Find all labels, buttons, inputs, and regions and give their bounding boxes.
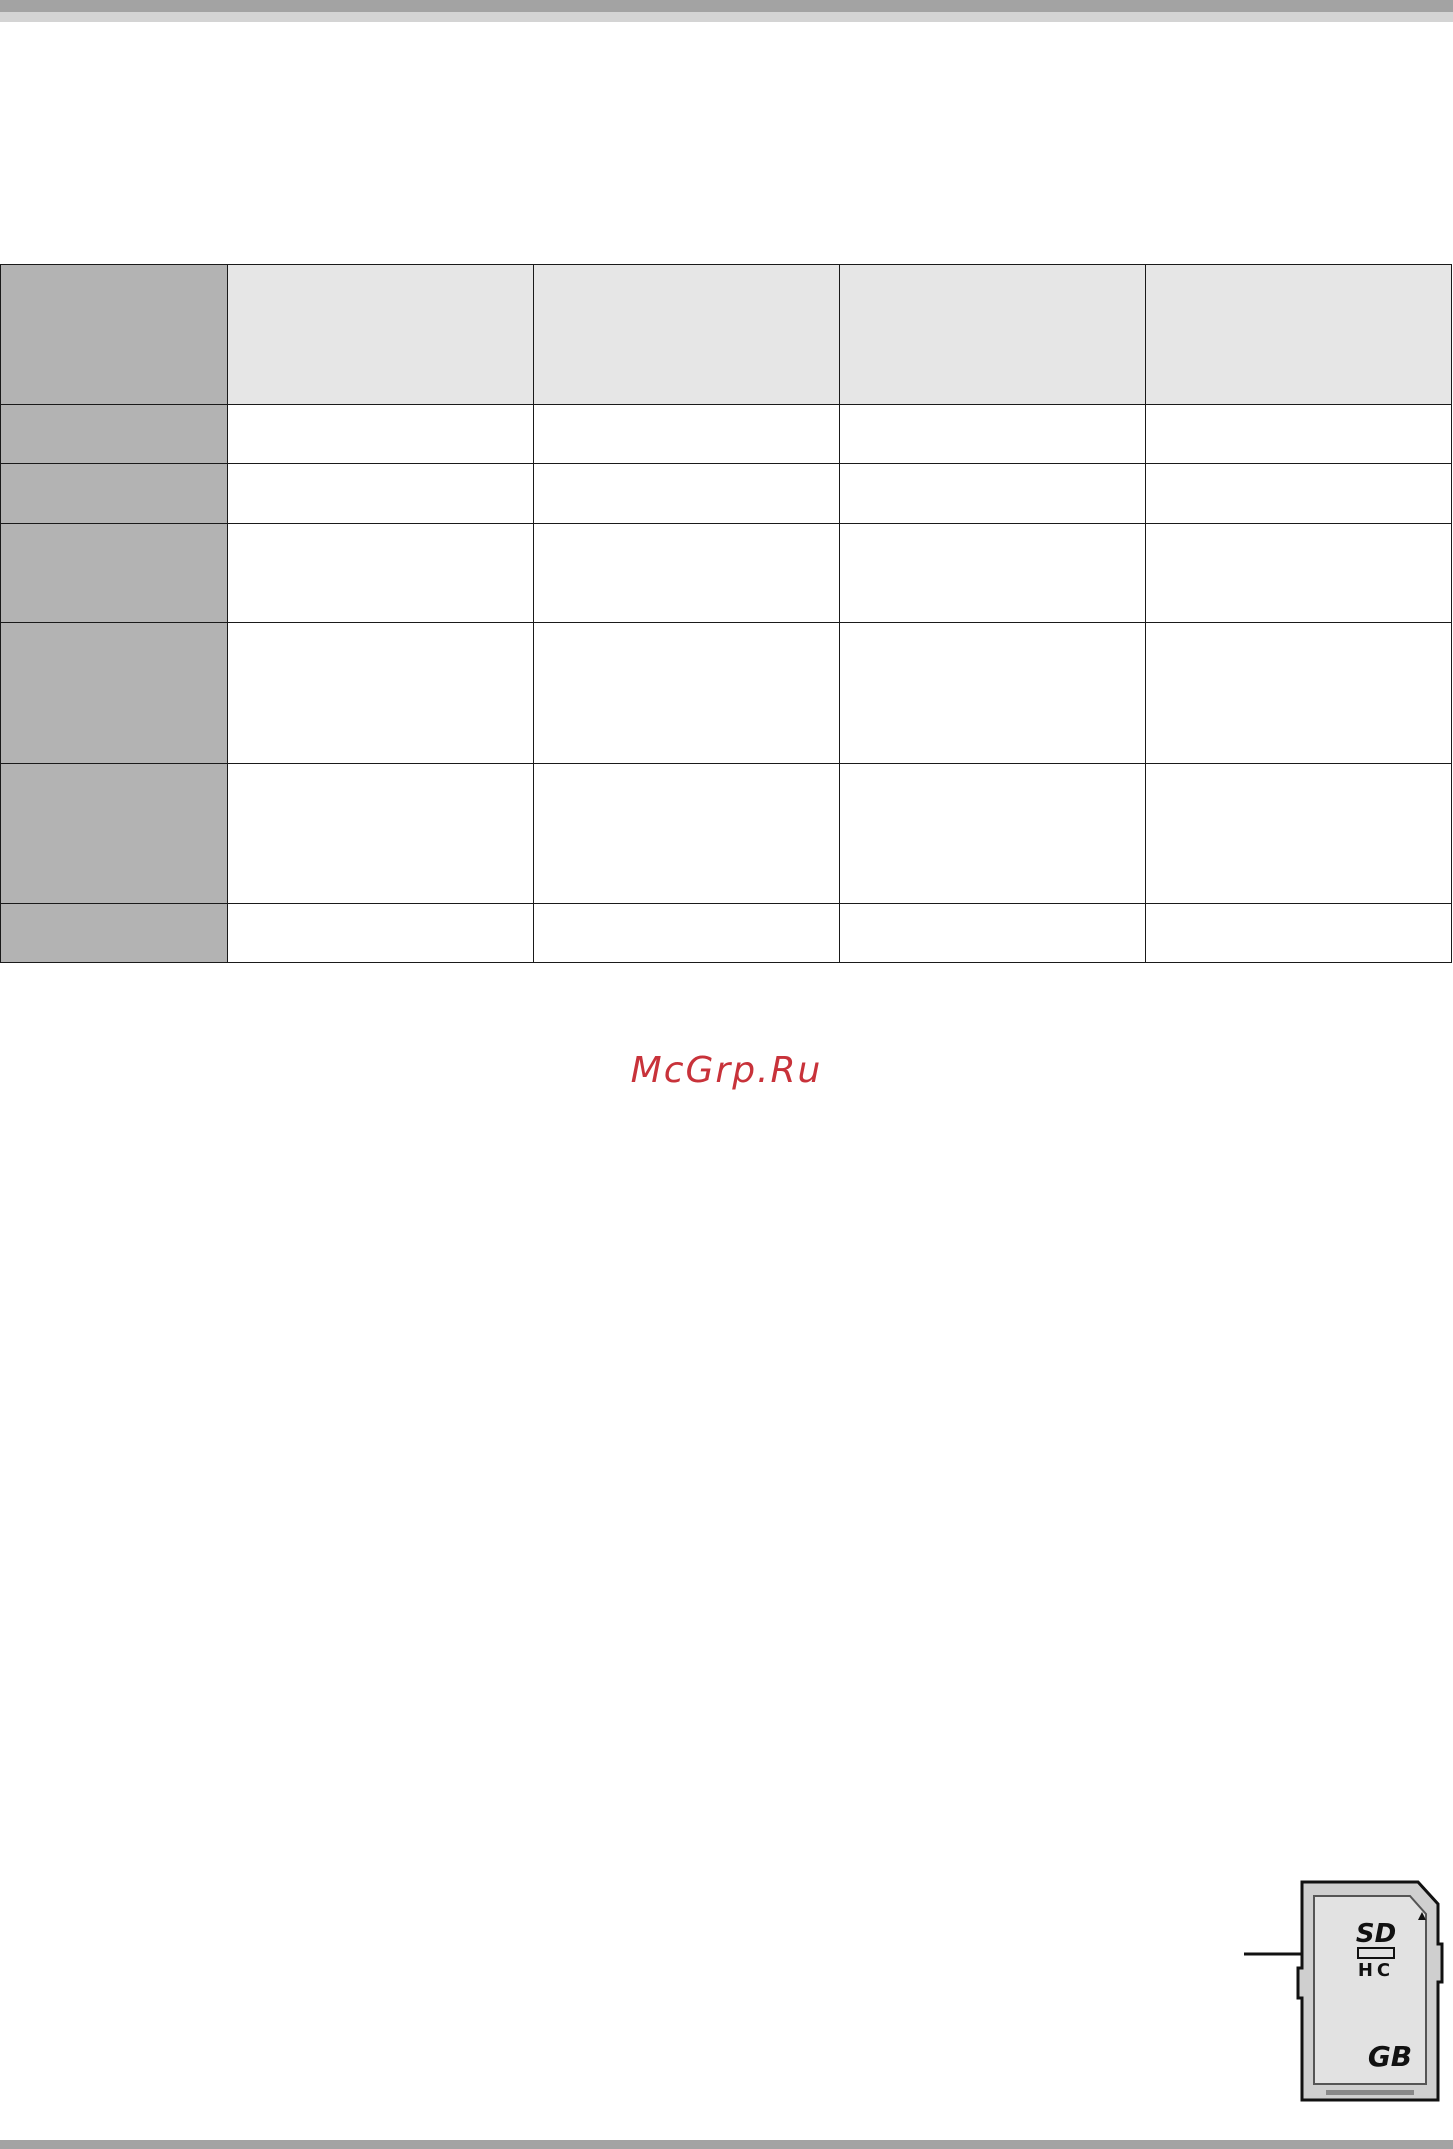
table-row [0, 903, 1452, 963]
capacity-unit-text: GB [1368, 2040, 1412, 2073]
table-cell [1145, 463, 1452, 524]
table-row-label-cell [0, 763, 228, 904]
table-cell [533, 463, 840, 524]
table-cell [227, 404, 534, 464]
page-top-bar [0, 0, 1453, 22]
table-cell [533, 763, 840, 904]
table-cell [533, 404, 840, 464]
table-row-label-cell [0, 622, 228, 764]
table-cell [839, 463, 1146, 524]
table-row [0, 622, 1452, 764]
table-cell [533, 903, 840, 963]
table-cell [227, 463, 534, 524]
sd-card-illustration: SD HC GB [1240, 1878, 1453, 2106]
table-cell [227, 903, 534, 963]
page-bottom-bar [0, 2140, 1453, 2149]
table-cell [1145, 903, 1452, 963]
table-row [0, 404, 1452, 464]
hc-logo-text: HC [1358, 1960, 1394, 1981]
table-cell [1145, 523, 1452, 623]
table-cell [1145, 763, 1452, 904]
table-header-cell [1145, 264, 1452, 405]
table-cell [227, 622, 534, 764]
sd-logo-text: SD [1356, 1919, 1396, 1949]
table-row [0, 763, 1452, 904]
table-header-row [0, 264, 1452, 405]
table-cell [839, 763, 1146, 904]
table-cell [1145, 404, 1452, 464]
table-row-label-cell [0, 903, 228, 963]
table-cell [227, 763, 534, 904]
table-cell [839, 523, 1146, 623]
spec-table [0, 264, 1452, 963]
table-header-cell [839, 264, 1146, 405]
table-cell [839, 622, 1146, 764]
table-cell [1145, 622, 1452, 764]
table-cell [839, 903, 1146, 963]
table-row [0, 463, 1452, 524]
table-cell [839, 404, 1146, 464]
table-cell [533, 622, 840, 764]
table-row-label-cell [0, 404, 228, 464]
watermark-text: McGrp.Ru [630, 1050, 823, 1091]
table-row-label-cell [0, 523, 228, 623]
table-row-label-cell [0, 463, 228, 524]
table-cell [227, 523, 534, 623]
table-row [0, 523, 1452, 623]
table-cell [533, 523, 840, 623]
table-corner-cell [0, 264, 228, 405]
table-header-cell [533, 264, 840, 405]
table-header-cell [227, 264, 534, 405]
